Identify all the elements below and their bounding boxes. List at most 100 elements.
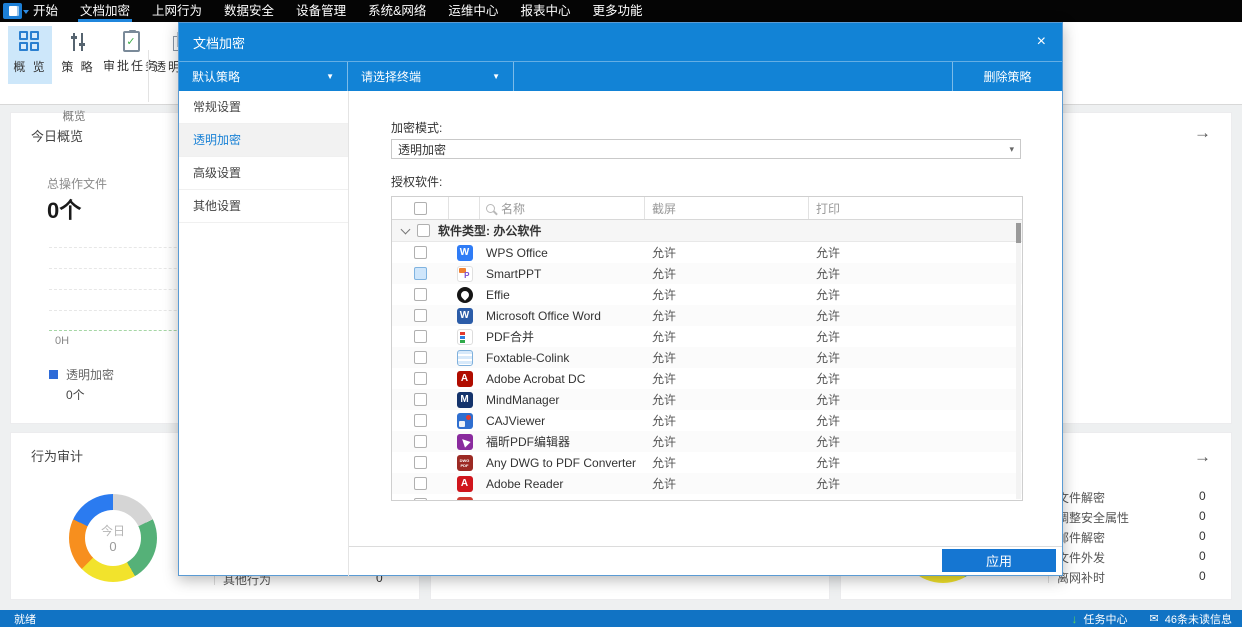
column-header-print: 打印 <box>809 197 1022 219</box>
word-icon <box>457 308 473 324</box>
chevron-expand-icon[interactable] <box>401 224 411 234</box>
list-item: 文件外发 <box>1057 549 1105 566</box>
menu-item-doc-encrypt[interactable]: 文档加密 <box>69 0 141 22</box>
mindmanager-icon <box>457 392 473 408</box>
legend-label: 透明加密 <box>66 366 114 383</box>
ribbon-group-label: 概览 <box>0 108 148 124</box>
scrollbar-thumb[interactable] <box>1016 223 1021 243</box>
chevron-down-icon: ▼ <box>492 72 500 81</box>
clipboard-check-icon: ✓ <box>123 31 140 52</box>
app-menu-button[interactable] <box>3 3 22 19</box>
menu-item-internet-behavior[interactable]: 上网行为 <box>141 0 213 22</box>
app-logo-icon <box>9 6 17 16</box>
ribbon-policy-button[interactable]: 策 略 <box>56 26 100 84</box>
stat-value: 0个 <box>47 193 81 225</box>
foxit-pdf-icon <box>457 434 473 450</box>
select-caret-icon: ▾ <box>1009 144 1014 155</box>
task-center-link[interactable]: 任务中心 <box>1084 611 1128 627</box>
apply-button[interactable]: 应用 <box>942 549 1056 572</box>
ribbon-overview-button[interactable]: 概 览 <box>8 26 52 84</box>
delete-policy-button[interactable]: 删除策略 <box>952 62 1062 91</box>
close-icon[interactable]: × <box>1037 34 1046 50</box>
footer-divider <box>349 546 1062 547</box>
partially-visible-row[interactable] <box>392 494 1022 501</box>
table-row[interactable]: MindManager 允许 允许 <box>392 389 1022 410</box>
column-header-name: 名称 <box>501 200 525 217</box>
menu-item-more[interactable]: 更多功能 <box>581 0 653 22</box>
nav-item-transparent-encrypt[interactable]: 透明加密 <box>179 124 348 157</box>
table-row[interactable]: Adobe Acrobat DC 允许 允许 <box>392 368 1022 389</box>
clipped-app-icon <box>457 497 473 502</box>
row-checkbox[interactable] <box>414 330 427 343</box>
list-item: 文件解密 <box>1057 489 1105 506</box>
column-header-screenshot: 截屏 <box>645 197 809 219</box>
acrobat-icon <box>457 371 473 387</box>
authorized-software-table: 名称 截屏 打印 软件类型: 办公软件 WPS Office <box>391 196 1023 501</box>
pdf-merge-icon <box>457 329 473 345</box>
table-row[interactable]: Foxtable-Colink 允许 允许 <box>392 347 1022 368</box>
table-row[interactable]: Any DWG to PDF Converter 允许 允许 <box>392 452 1022 473</box>
menu-item-system-network[interactable]: 系统&网络 <box>357 0 437 22</box>
menu-item-ops-center[interactable]: 运维中心 <box>437 0 509 22</box>
row-checkbox[interactable] <box>414 267 427 280</box>
foxtable-icon <box>457 350 473 366</box>
group-checkbox[interactable] <box>417 224 430 237</box>
dialog-title: 文档加密 <box>193 33 1037 52</box>
menu-item-report-center[interactable]: 报表中心 <box>509 0 581 22</box>
menubar: 开始 文档加密 上网行为 数据安全 设备管理 系统&网络 运维中心 报表中心 更… <box>0 0 1242 22</box>
cajviewer-icon <box>457 413 473 429</box>
mode-label: 加密模式: <box>391 119 442 136</box>
table-row[interactable]: CAJViewer 允许 允许 <box>392 410 1022 431</box>
table-row[interactable]: Effie 允许 允许 <box>392 284 1022 305</box>
table-row[interactable]: PDF合并 允许 允许 <box>392 326 1022 347</box>
x-axis-label: 0H <box>55 335 69 347</box>
arrow-right-icon[interactable]: → <box>1194 123 1211 143</box>
table-row[interactable]: SmartPPT 允许 允许 <box>392 263 1022 284</box>
select-all-checkbox[interactable] <box>414 202 427 215</box>
table-header: 名称 截屏 打印 <box>392 197 1022 220</box>
search-icon[interactable] <box>486 204 495 213</box>
row-checkbox[interactable] <box>414 246 427 259</box>
row-checkbox[interactable] <box>414 498 427 501</box>
list-item: 离网补时 <box>1057 569 1105 586</box>
adobe-reader-icon <box>457 476 473 492</box>
table-row[interactable]: Adobe Reader 允许 允许 <box>392 473 1022 494</box>
menu-item-start[interactable]: 开始 <box>22 0 69 22</box>
row-checkbox[interactable] <box>414 372 427 385</box>
encrypt-mode-select[interactable]: 透明加密 ▾ <box>391 139 1021 159</box>
chevron-down-icon: ▼ <box>326 72 334 81</box>
row-checkbox[interactable] <box>414 351 427 364</box>
table-row[interactable]: 福昕PDF编辑器 允许 允许 <box>392 431 1022 452</box>
arrow-right-icon[interactable]: → <box>1194 447 1211 467</box>
software-group-row[interactable]: 软件类型: 办公软件 <box>392 220 1022 242</box>
nav-item-general[interactable]: 常规设置 <box>179 91 348 124</box>
terminal-dropdown[interactable]: 请选择终端 ▼ <box>348 62 514 91</box>
row-checkbox[interactable] <box>414 288 427 301</box>
legend-value: 0个 <box>66 386 85 403</box>
dwg-converter-icon <box>457 455 473 471</box>
list-item: 调整安全属性 <box>1057 509 1129 526</box>
software-label: 授权软件: <box>391 173 442 190</box>
list-item: 邮件解密 <box>1057 529 1105 546</box>
row-checkbox[interactable] <box>414 414 427 427</box>
unread-messages-link[interactable]: 46条未读信息 <box>1165 611 1232 627</box>
row-checkbox[interactable] <box>414 456 427 469</box>
behavior-audit-donut-chart: 今日 0 <box>69 494 157 582</box>
policy-dropdown[interactable]: 默认策略 ▼ <box>179 62 348 91</box>
table-row[interactable]: WPS Office 允许 允许 <box>392 242 1022 263</box>
download-arrow-icon: ↓ <box>1072 612 1078 626</box>
row-checkbox[interactable] <box>414 435 427 448</box>
menu-item-data-security[interactable]: 数据安全 <box>213 0 285 22</box>
dialog-toolbar: 默认策略 ▼ 请选择终端 ▼ 删除策略 <box>179 61 1062 91</box>
table-scrollbar[interactable] <box>1016 221 1021 499</box>
table-row[interactable]: Microsoft Office Word 允许 允许 <box>392 305 1022 326</box>
row-checkbox[interactable] <box>414 309 427 322</box>
ribbon-separator <box>148 50 149 102</box>
row-checkbox[interactable] <box>414 477 427 490</box>
nav-item-other[interactable]: 其他设置 <box>179 190 348 223</box>
menu-item-device-mgmt[interactable]: 设备管理 <box>285 0 357 22</box>
nav-item-advanced[interactable]: 高级设置 <box>179 157 348 190</box>
dialog-body: 常规设置 透明加密 高级设置 其他设置 加密模式: 透明加密 ▾ 授权软件: <box>179 91 1062 576</box>
row-checkbox[interactable] <box>414 393 427 406</box>
wps-office-icon <box>457 245 473 261</box>
